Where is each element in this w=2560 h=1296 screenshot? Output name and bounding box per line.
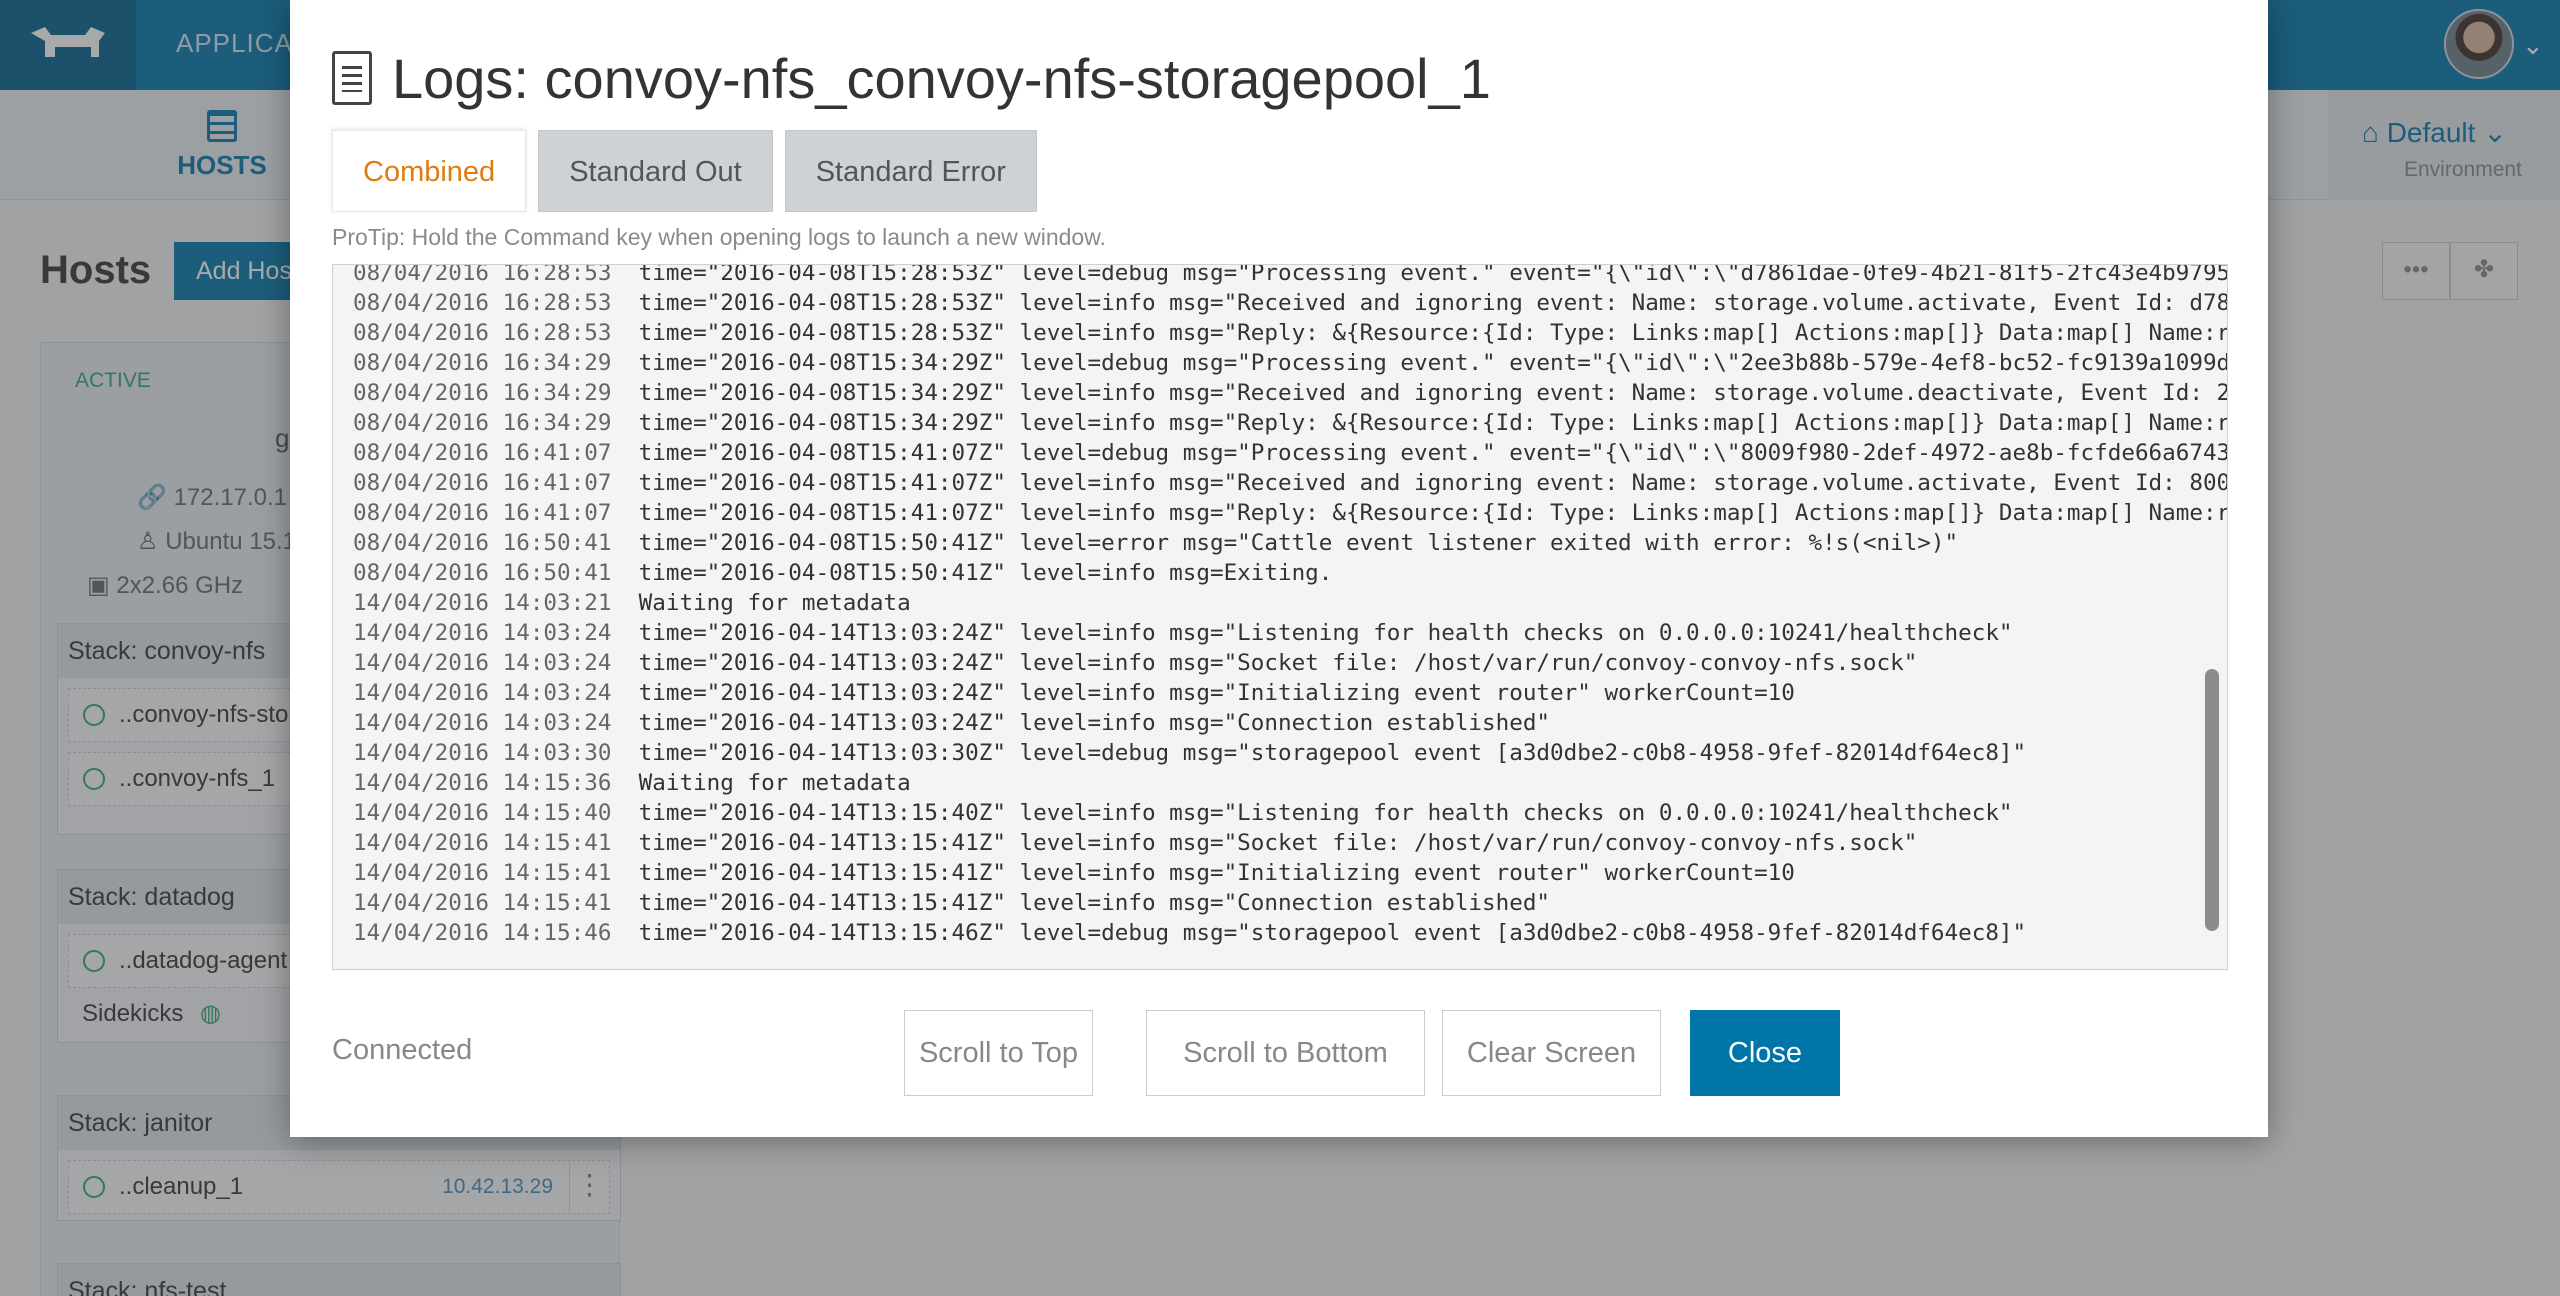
- log-line: 14/04/2016 14:15:41 time="2016-04-14T13:…: [353, 858, 2227, 888]
- log-message: time="2016-04-08T15:28:53Z" level=debug …: [611, 264, 2228, 286]
- log-message: time="2016-04-08T15:34:29Z" level=info m…: [611, 380, 2228, 406]
- log-timestamp: 08/04/2016 16:28:53: [353, 290, 612, 316]
- log-message: time="2016-04-14T13:15:41Z" level=info m…: [611, 830, 1918, 856]
- log-timestamp: 08/04/2016 16:34:29: [353, 410, 612, 436]
- log-timestamp: 14/04/2016 14:03:24: [353, 680, 612, 706]
- log-tabs: Combined Standard Out Standard Error: [332, 130, 1049, 212]
- modal-title: Logs: convoy-nfs_convoy-nfs-storagepool_…: [392, 46, 1491, 110]
- log-message: time="2016-04-14T13:03:30Z" level=debug …: [611, 740, 2027, 766]
- close-button[interactable]: Close: [1690, 1010, 1840, 1096]
- log-timestamp: 08/04/2016 16:34:29: [353, 350, 612, 376]
- log-message: time="2016-04-14T13:03:24Z" level=info m…: [611, 620, 2013, 646]
- log-line: 14/04/2016 14:15:40 time="2016-04-14T13:…: [353, 798, 2227, 828]
- log-timestamp: 14/04/2016 14:15:36: [353, 770, 612, 796]
- protip-text: ProTip: Hold the Command key when openin…: [332, 224, 1106, 250]
- log-message: time="2016-04-14T13:15:41Z" level=info m…: [611, 890, 1551, 916]
- tab-standard-out[interactable]: Standard Out: [538, 130, 773, 212]
- log-timestamp: 14/04/2016 14:15:40: [353, 800, 612, 826]
- log-timestamp: 08/04/2016 16:28:53: [353, 264, 612, 286]
- scroll-to-bottom-button[interactable]: Scroll to Bottom: [1146, 1010, 1425, 1096]
- tab-combined[interactable]: Combined: [332, 130, 527, 212]
- log-timestamp: 14/04/2016 14:03:24: [353, 620, 612, 646]
- log-message: Waiting for metadata: [611, 590, 911, 616]
- log-output[interactable]: 08/04/2016 16:28:53 time="2016-04-08T15:…: [332, 264, 2228, 970]
- log-line: 14/04/2016 14:03:24 time="2016-04-14T13:…: [353, 708, 2227, 738]
- log-timestamp: 14/04/2016 14:03:30: [353, 740, 612, 766]
- log-timestamp: 14/04/2016 14:03:24: [353, 710, 612, 736]
- log-message: time="2016-04-14T13:15:46Z" level=debug …: [611, 920, 2027, 946]
- log-timestamp: 14/04/2016 14:15:41: [353, 860, 612, 886]
- log-timestamp: 14/04/2016 14:15:41: [353, 890, 612, 916]
- log-line: 08/04/2016 16:34:29 time="2016-04-08T15:…: [353, 348, 2228, 378]
- log-timestamp: 08/04/2016 16:28:53: [353, 320, 612, 346]
- document-icon: [332, 51, 372, 105]
- log-line: 08/04/2016 16:41:07 time="2016-04-08T15:…: [353, 438, 2228, 468]
- log-message: time="2016-04-14T13:15:41Z" level=info m…: [611, 860, 1795, 886]
- log-line: 08/04/2016 16:50:41 time="2016-04-08T15:…: [353, 528, 2227, 558]
- log-line: 08/04/2016 16:28:53 time="2016-04-08T15:…: [353, 318, 2228, 348]
- log-line: 14/04/2016 14:03:21 Waiting for metadata: [353, 588, 2227, 618]
- log-message: time="2016-04-14T13:15:40Z" level=info m…: [611, 800, 2013, 826]
- log-message: time="2016-04-08T15:41:07Z" level=debug …: [611, 440, 2228, 466]
- log-timestamp: 14/04/2016 14:03:24: [353, 650, 612, 676]
- clear-screen-button[interactable]: Clear Screen: [1442, 1010, 1661, 1096]
- log-message: time="2016-04-08T15:41:07Z" level=info m…: [611, 500, 2228, 526]
- log-message: time="2016-04-08T15:34:29Z" level=info m…: [611, 410, 2228, 436]
- log-timestamp: 08/04/2016 16:50:41: [353, 560, 612, 586]
- log-line: 14/04/2016 14:15:36 Waiting for metadata: [353, 768, 2227, 798]
- log-message: time="2016-04-08T15:50:41Z" level=error …: [611, 530, 1959, 556]
- log-line: 08/04/2016 16:34:29 time="2016-04-08T15:…: [353, 378, 2228, 408]
- log-message: time="2016-04-14T13:03:24Z" level=info m…: [611, 710, 1551, 736]
- log-message: time="2016-04-08T15:28:53Z" level=info m…: [611, 290, 2228, 316]
- log-timestamp: 08/04/2016 16:41:07: [353, 470, 612, 496]
- log-timestamp: 08/04/2016 16:34:29: [353, 380, 612, 406]
- log-message: time="2016-04-08T15:50:41Z" level=info m…: [611, 560, 1333, 586]
- tab-standard-error[interactable]: Standard Error: [784, 130, 1037, 212]
- log-timestamp: 08/04/2016 16:41:07: [353, 440, 612, 466]
- scroll-to-top-button[interactable]: Scroll to Top: [904, 1010, 1093, 1096]
- log-line: 08/04/2016 16:28:53 time="2016-04-08T15:…: [353, 288, 2228, 318]
- log-line: 14/04/2016 14:15:41 time="2016-04-14T13:…: [353, 888, 2227, 918]
- log-message: time="2016-04-08T15:41:07Z" level=info m…: [611, 470, 2228, 496]
- log-line: 08/04/2016 16:28:53 time="2016-04-08T15:…: [353, 264, 2228, 288]
- log-line: 14/04/2016 14:03:24 time="2016-04-14T13:…: [353, 678, 2227, 708]
- log-message: time="2016-04-14T13:03:24Z" level=info m…: [611, 680, 1795, 706]
- logs-modal: Logs: convoy-nfs_convoy-nfs-storagepool_…: [290, 0, 2268, 1137]
- log-timestamp: 08/04/2016 16:50:41: [353, 530, 612, 556]
- log-line: 14/04/2016 14:03:30 time="2016-04-14T13:…: [353, 738, 2227, 768]
- log-line: 14/04/2016 14:03:24 time="2016-04-14T13:…: [353, 618, 2227, 648]
- log-line: 08/04/2016 16:41:07 time="2016-04-08T15:…: [353, 468, 2228, 498]
- log-line: 14/04/2016 14:03:24 time="2016-04-14T13:…: [353, 648, 2227, 678]
- log-timestamp: 08/04/2016 16:41:07: [353, 500, 612, 526]
- log-timestamp: 14/04/2016 14:15:46: [353, 920, 612, 946]
- log-timestamp: 14/04/2016 14:15:41: [353, 830, 612, 856]
- log-line: 08/04/2016 16:34:29 time="2016-04-08T15:…: [353, 408, 2228, 438]
- log-timestamp: 14/04/2016 14:03:21: [353, 590, 612, 616]
- log-message: time="2016-04-14T13:03:24Z" level=info m…: [611, 650, 1918, 676]
- log-line: 14/04/2016 14:15:41 time="2016-04-14T13:…: [353, 828, 2227, 858]
- log-line: 14/04/2016 14:15:46 time="2016-04-14T13:…: [353, 918, 2227, 948]
- log-line: 08/04/2016 16:50:41 time="2016-04-08T15:…: [353, 558, 2227, 588]
- log-message: time="2016-04-08T15:34:29Z" level=debug …: [611, 350, 2228, 376]
- log-message: time="2016-04-08T15:28:53Z" level=info m…: [611, 320, 2228, 346]
- connection-status: Connected: [332, 1034, 473, 1066]
- log-message: Waiting for metadata: [611, 770, 911, 796]
- log-scrollbar[interactable]: [2205, 669, 2219, 931]
- log-lines: 08/04/2016 16:28:53 time="2016-04-08T15:…: [353, 264, 2228, 948]
- log-line: 08/04/2016 16:41:07 time="2016-04-08T15:…: [353, 498, 2228, 528]
